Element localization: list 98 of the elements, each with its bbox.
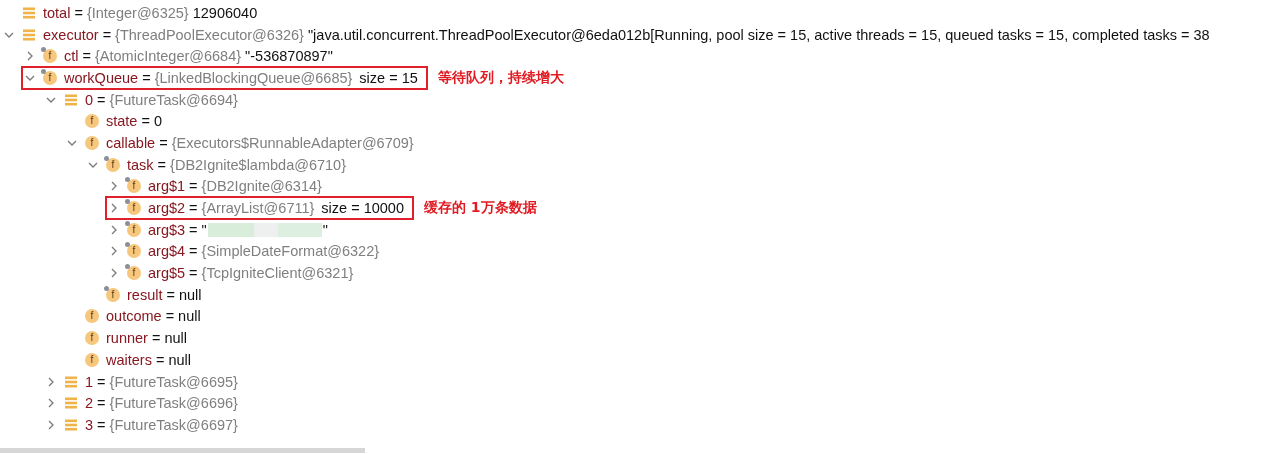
equals-sign: = [189,178,198,195]
variable-name: executor [43,26,99,43]
variable-name: workQueue [64,69,139,86]
equals-sign: = [165,308,175,325]
equals-sign: = [97,91,106,108]
object-type: {Integer@6325} [86,4,189,21]
equals-sign: = [155,351,165,368]
object-type: {AtomicInteger@6684} [94,48,242,65]
variable-value: null [164,330,187,347]
object-type: {DB2Ignite$lambda@6710} [170,156,347,173]
equals-sign: = [157,156,167,173]
variable-value: "java.util.concurrent.ThreadPoolExecutor@6eda012b[Running, pool size = 15, active threads = 15, queued tasks = 15, completed tasks = 38 [307,26,1210,43]
field-icon: f [85,114,99,129]
scrollbar[interactable] [0,448,365,453]
chevron-right-icon[interactable] [109,181,119,192]
field-icon: f [106,157,120,172]
list-icon [64,396,78,411]
annotation-text: 等待队列，持续增大 [437,68,564,87]
field-icon: f [106,287,120,302]
size-text: size = 10000 [321,200,404,217]
chevron-right-icon[interactable] [46,419,56,430]
variable-value: 0 [153,113,162,130]
variable-name: 1 [85,373,94,390]
variable-value: "-536870897" [245,48,333,65]
equals-sign: = [151,330,161,347]
equals-sign: = [82,48,91,65]
variable-name: 2 [85,395,94,412]
field-icon: f [85,331,99,346]
annotation-text: 缓存的 1万条数据 [424,199,537,218]
variable-value: " [201,221,207,238]
equals-sign: = [189,200,198,217]
variable-name: 0 [85,91,94,108]
variable-name: total [43,4,71,21]
variable-name: waiters [106,351,152,368]
equals-sign: = [159,134,168,151]
variable-name: arg$4 [148,243,186,260]
object-type: {FutureTask@6694} [109,91,238,108]
equals-sign: = [74,4,83,21]
field-icon: f [127,201,141,216]
field-icon: f [127,266,141,281]
field-icon: f [43,49,57,64]
object-type: {Executors$RunnableAdapter@6709} [171,134,414,151]
field-icon: f [85,135,99,150]
equals-sign: = [141,113,150,130]
equals-sign: = [142,69,151,86]
list-icon [64,374,78,389]
chevron-right-icon[interactable] [109,268,119,279]
variable-name: 3 [85,416,94,433]
equals-sign: = [189,265,198,282]
chevron-right-icon[interactable] [109,246,119,257]
field-icon: f [127,244,141,259]
chevron-right-icon[interactable] [25,51,35,62]
chevron-right-icon[interactable] [109,224,119,235]
field-icon: f [127,179,141,194]
object-type: {SimpleDateFormat@6322} [201,243,380,260]
size-text: size = 15 [359,69,418,86]
chevron-right-icon[interactable] [109,203,119,214]
equals-sign: = [102,26,112,43]
object-type: {ThreadPoolExecutor@6326} [115,26,304,43]
variable-name: state [106,113,138,130]
field-icon: f [127,222,141,237]
variable-name: result [127,286,163,303]
variable-value: null [178,308,201,325]
list-icon [64,92,78,107]
equals-sign: = [97,416,106,433]
equals-sign: = [189,243,198,260]
variable-name: task [127,156,154,173]
variable-name: outcome [106,308,162,325]
field-icon: f [85,309,99,324]
object-type: {FutureTask@6697} [109,416,238,433]
chevron-right-icon[interactable] [46,376,56,387]
quote-mark: " [322,221,328,238]
object-type: {FutureTask@6695} [109,373,238,390]
variable-value: 12906040 [192,4,258,21]
list-icon [64,417,78,432]
field-icon: f [85,352,99,367]
equals-sign: = [189,221,198,238]
object-type: {LinkedBlockingQueue@6685} [154,69,353,86]
object-type: {TcpIgniteClient@6321} [201,265,354,282]
object-type: {ArrayList@6711} [201,200,315,217]
variable-name: arg$5 [148,265,186,282]
variable-value: null [178,286,202,303]
equals-sign: = [97,395,106,412]
variable-name: arg$1 [148,178,186,195]
list-icon [22,27,36,42]
list-icon [22,5,36,20]
equals-sign: = [97,373,106,390]
variable-name: callable [106,134,156,151]
variable-value: null [168,351,191,368]
object-type: {DB2Ignite@6314} [201,178,322,195]
equals-sign: = [166,286,175,303]
object-type: {FutureTask@6696} [109,395,238,412]
variable-name: runner [106,330,148,347]
variable-name: arg$3 [148,221,186,238]
variable-name: ctl [64,48,79,65]
variable-name: arg$2 [148,200,186,217]
field-icon: f [43,70,57,85]
chevron-right-icon[interactable] [46,398,56,409]
